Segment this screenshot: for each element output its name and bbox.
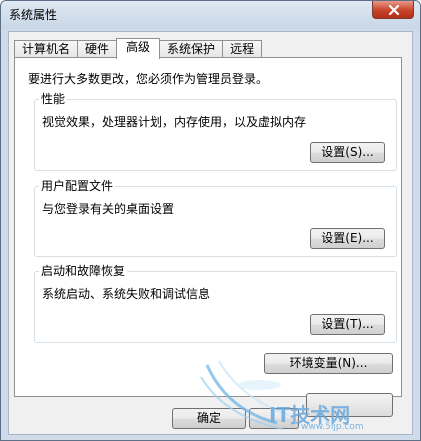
performance-group: 性能 视觉效果，处理器计划，内存使用，以及虚拟内存 设置(S)... <box>34 92 397 171</box>
window-title: 系统属性 <box>9 8 58 22</box>
dialog-client-area: 计算机名 硬件 高级 系统保护 远程 要进行大多数更改，您必须作为管理员登录。 … <box>8 31 413 435</box>
startup-recovery-group-label: 启动和故障恢复 <box>39 264 128 278</box>
performance-group-label: 性能 <box>39 92 68 106</box>
user-profiles-group-label: 用户配置文件 <box>39 179 116 193</box>
title-bar[interactable]: 系统属性 <box>1 1 420 29</box>
ok-button[interactable]: 确定 <box>172 408 246 429</box>
startup-recovery-group: 启动和故障恢复 系统启动、系统失败和调试信息 设置(T)... <box>34 264 397 343</box>
tab-remote[interactable]: 远程 <box>222 40 263 58</box>
apply-button[interactable] <box>306 393 393 417</box>
user-profiles-settings-button[interactable]: 设置(E)... <box>310 228 385 249</box>
cancel-button-partial[interactable] <box>249 408 299 429</box>
performance-description: 视觉效果，处理器计划，内存使用，以及虚拟内存 <box>42 115 307 129</box>
environment-variables-button[interactable]: 环境变量(N)... <box>264 353 393 374</box>
user-profiles-group: 用户配置文件 与您登录有关的桌面设置 设置(E)... <box>34 179 397 257</box>
user-profiles-description: 与您登录有关的桌面设置 <box>42 202 175 216</box>
startup-recovery-description: 系统启动、系统失败和调试信息 <box>42 287 211 301</box>
close-icon <box>388 5 400 15</box>
tab-advanced[interactable]: 高级 <box>116 38 161 59</box>
startup-recovery-settings-button[interactable]: 设置(T)... <box>310 314 385 335</box>
performance-settings-button[interactable]: 设置(S)... <box>310 142 385 163</box>
tab-computer-name[interactable]: 计算机名 <box>14 40 79 58</box>
tab-strip: 计算机名 硬件 高级 系统保护 远程 <box>14 38 263 59</box>
close-button[interactable] <box>372 1 414 19</box>
tab-hardware[interactable]: 硬件 <box>77 40 118 58</box>
tab-system-protection[interactable]: 系统保护 <box>159 40 224 58</box>
admin-note: 要进行大多数更改，您必须作为管理员登录。 <box>28 72 269 86</box>
system-properties-window: 系统属性 计算机名 硬件 高级 系统保护 远程 要进行大多数更改，您必须作为管理… <box>0 0 421 441</box>
